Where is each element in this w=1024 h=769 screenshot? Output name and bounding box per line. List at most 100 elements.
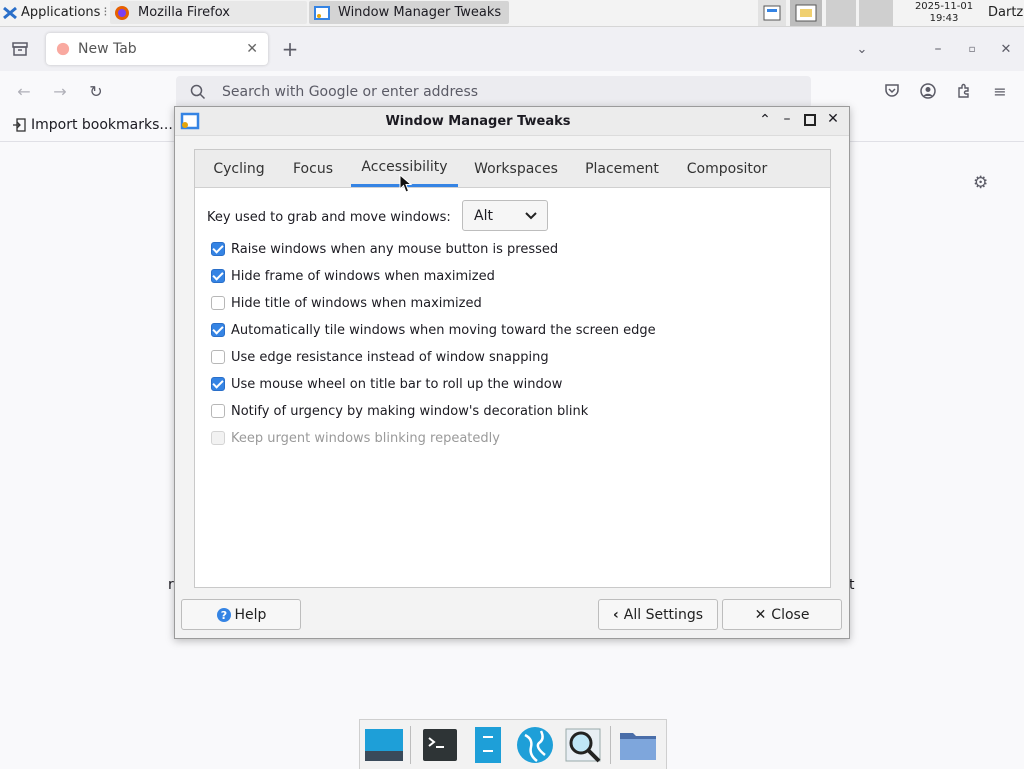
user-name: Dartz xyxy=(988,5,1024,20)
import-bookmarks-button[interactable]: Import bookmarks... xyxy=(12,117,173,133)
import-icon xyxy=(13,118,26,132)
firefox-icon xyxy=(56,42,70,56)
option-label: Notify of urgency by making window's dec… xyxy=(231,403,589,419)
file-manager-icon[interactable] xyxy=(468,725,508,765)
workspace-1[interactable] xyxy=(758,0,786,26)
option-wheel-rollup[interactable]: Use mouse wheel on title bar to roll up … xyxy=(211,374,562,394)
minimize-window-icon[interactable]: – xyxy=(928,39,948,59)
all-settings-button[interactable]: ‹ All Settings xyxy=(598,599,718,630)
option-label: Keep urgent windows blinking repeatedly xyxy=(231,430,500,446)
firefox-view-icon[interactable] xyxy=(10,39,30,59)
reload-icon[interactable]: ↻ xyxy=(86,81,106,101)
help-button[interactable]: ? Help xyxy=(181,599,301,630)
option-hide-title-maximized[interactable]: Hide title of windows when maximized xyxy=(211,293,482,313)
tab-placement[interactable]: Placement xyxy=(577,150,667,187)
shade-window-icon[interactable]: ⌃ xyxy=(757,112,773,130)
new-tab-button[interactable]: + xyxy=(280,37,300,61)
account-icon[interactable] xyxy=(918,81,938,101)
tab-label: Workspaces xyxy=(474,160,558,177)
workspace-3[interactable] xyxy=(826,0,856,26)
checkbox[interactable] xyxy=(211,242,225,256)
option-keep-blinking: Keep urgent windows blinking repeatedly xyxy=(211,428,500,448)
tab-compositor[interactable]: Compositor xyxy=(679,150,775,187)
chevron-down-icon xyxy=(525,212,537,220)
search-icon xyxy=(190,84,206,100)
minimize-window-icon[interactable]: – xyxy=(779,111,795,129)
tab-new-tab[interactable]: New Tab ✕ xyxy=(46,33,268,65)
close-window-icon[interactable]: ✕ xyxy=(996,39,1016,59)
back-icon[interactable]: ← xyxy=(14,81,34,101)
menu-separator-icon: ⁝ xyxy=(103,5,108,20)
taskbar-item-wm-tweaks[interactable]: Window Manager Tweaks xyxy=(309,1,509,24)
tab-label: Focus xyxy=(293,160,333,177)
forward-icon[interactable]: → xyxy=(50,81,70,101)
tab-cycling[interactable]: Cycling xyxy=(201,150,277,187)
tab-focus[interactable]: Focus xyxy=(283,150,343,187)
checkbox[interactable] xyxy=(211,296,225,310)
workspace-2[interactable] xyxy=(790,0,822,26)
firefox-icon xyxy=(115,5,129,20)
close-tab-icon[interactable]: ✕ xyxy=(246,41,258,57)
workspace-window-icon xyxy=(795,4,817,22)
tab-label: Cycling xyxy=(213,160,265,177)
wm-tweaks-dialog: Window Manager Tweaks ⌃ – ✕ Cycling Focu… xyxy=(174,106,850,639)
dock-panel xyxy=(359,719,667,769)
checkbox[interactable] xyxy=(211,323,225,337)
firefox-nav-bar: ← → ↻ Search with Google or enter addres… xyxy=(0,71,1024,111)
show-desktop-icon[interactable] xyxy=(364,725,404,765)
option-raise-on-click[interactable]: Raise windows when any mouse button is p… xyxy=(211,239,558,259)
option-hide-frame-maximized[interactable]: Hide frame of windows when maximized xyxy=(211,266,495,286)
address-bar[interactable]: Search with Google or enter address xyxy=(176,76,811,108)
tab-workspaces[interactable]: Workspaces xyxy=(468,150,564,187)
checkbox[interactable] xyxy=(211,377,225,391)
customize-newtab-gear-icon[interactable]: ⚙ xyxy=(973,173,993,193)
option-label: Use mouse wheel on title bar to roll up … xyxy=(231,376,563,392)
option-label: Hide frame of windows when maximized xyxy=(231,268,495,284)
svg-text:?: ? xyxy=(220,609,226,622)
applications-menu-button[interactable]: Applications ⁝ xyxy=(2,0,108,25)
maximize-window-icon[interactable]: ▫ xyxy=(962,39,982,59)
app-finder-icon[interactable] xyxy=(563,725,603,765)
checkbox[interactable] xyxy=(211,350,225,364)
option-edge-resistance[interactable]: Use edge resistance instead of window sn… xyxy=(211,347,549,367)
folder-icon[interactable] xyxy=(618,725,658,765)
taskbar-item-firefox[interactable]: Mozilla Firefox xyxy=(110,1,307,24)
user-menu[interactable]: Dartz xyxy=(988,0,1023,25)
xfce-logo-icon xyxy=(3,6,17,19)
extensions-icon[interactable] xyxy=(954,81,974,101)
mouse-cursor-icon xyxy=(399,174,413,193)
clock-date: 2025-11-01 xyxy=(914,0,974,12)
option-label: Automatically tile windows when moving t… xyxy=(231,322,656,338)
app-menu-icon[interactable]: ≡ xyxy=(990,81,1010,101)
checkbox[interactable] xyxy=(211,269,225,283)
option-auto-tile[interactable]: Automatically tile windows when moving t… xyxy=(211,320,656,340)
tab-title: New Tab xyxy=(78,41,137,57)
option-label: Hide title of windows when maximized xyxy=(231,295,482,311)
grab-key-value: Alt xyxy=(474,207,493,224)
close-window-icon[interactable]: ✕ xyxy=(825,111,841,129)
checkbox[interactable] xyxy=(211,404,225,418)
list-all-tabs-icon[interactable]: ⌄ xyxy=(852,39,872,59)
dialog-titlebar[interactable]: Window Manager Tweaks ⌃ – ✕ xyxy=(175,107,849,136)
close-button[interactable]: ✕ Close xyxy=(722,599,842,630)
tab-label: Accessibility xyxy=(361,159,448,175)
wm-tweaks-icon xyxy=(314,5,330,20)
maximize-window-icon[interactable] xyxy=(802,112,818,130)
tab-label: Placement xyxy=(585,160,659,177)
dock-separator xyxy=(410,726,411,764)
clock[interactable]: 2025-11-01 19:43 xyxy=(905,0,983,25)
grab-key-dropdown[interactable]: Alt xyxy=(462,200,548,231)
clock-time: 19:43 xyxy=(929,12,959,24)
terminal-icon[interactable] xyxy=(420,725,460,765)
workspace-window-icon xyxy=(763,5,781,21)
option-urgency-blink[interactable]: Notify of urgency by making window's dec… xyxy=(211,401,588,421)
plus-icon: + xyxy=(281,37,299,61)
taskbar-item-label: Mozilla Firefox xyxy=(138,5,230,20)
workspace-4[interactable] xyxy=(859,0,893,26)
option-label: Raise windows when any mouse button is p… xyxy=(231,241,559,257)
pocket-icon[interactable] xyxy=(882,81,902,101)
close-icon: ✕ xyxy=(754,606,767,623)
tab-label: Compositor xyxy=(686,160,768,177)
web-browser-icon[interactable] xyxy=(515,725,555,765)
dock-separator xyxy=(610,726,611,764)
